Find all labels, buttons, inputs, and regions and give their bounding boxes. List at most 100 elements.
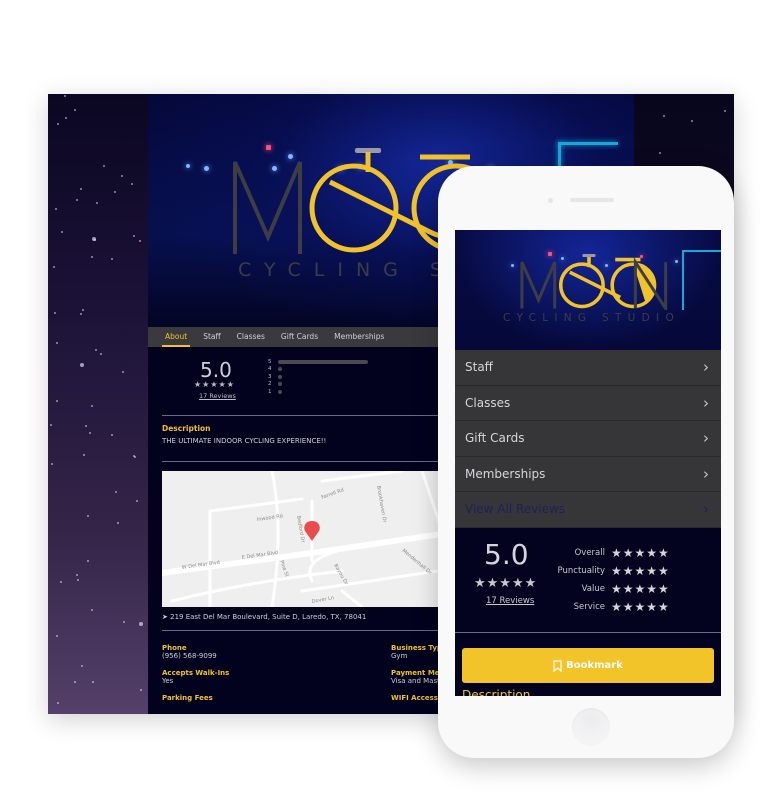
tab-about[interactable]: About (162, 327, 191, 347)
phone-speaker (570, 198, 614, 202)
star-decoration (691, 120, 693, 123)
chevron-right-icon: › (703, 500, 709, 519)
description-title: Description (162, 424, 211, 433)
star-decoration (89, 431, 92, 434)
rating-stars: ★★★★★ (194, 380, 235, 389)
menu-item-memberships[interactable]: Memberships › (455, 457, 721, 492)
star-decoration (102, 164, 105, 167)
star-decoration (74, 681, 77, 684)
tab-classes[interactable]: Classes (234, 327, 268, 347)
tab-gift-cards[interactable]: Gift Cards (278, 327, 321, 347)
star-decoration (117, 522, 120, 525)
mobile-rating-category: Punctuality ★★★★★ (555, 562, 670, 580)
histogram-star-label: 5 (268, 358, 272, 365)
star-decoration (56, 702, 59, 704)
category-stars: ★★★★★ (611, 564, 670, 578)
phone-screen: CYCLING STUDIO Staff › Classes › Gift Cards ›… (455, 230, 721, 696)
star-decoration (94, 348, 97, 351)
starry-background-left (48, 94, 148, 714)
rating-histogram: 54321 (268, 358, 368, 396)
menu-item-gift-cards[interactable]: Gift Cards › (455, 421, 721, 457)
star-decoration (87, 559, 90, 562)
info-label: Parking Fees (162, 694, 213, 702)
category-label: Value (581, 584, 605, 594)
histogram-star-label: 4 (268, 366, 272, 373)
info-column-left: Phone (956) 568-9099 Accepts Walk-Ins Yes Pa… (162, 644, 229, 711)
category-stars: ★★★★★ (611, 546, 670, 560)
menu-item-label: Memberships (465, 466, 546, 481)
histogram-star-label: 1 (268, 388, 272, 395)
histogram-row: 3 (268, 373, 368, 381)
mobile-reviews-link[interactable]: 17 Reviews (486, 596, 534, 606)
menu-item-view-all-reviews[interactable]: View All Reviews › (455, 492, 721, 528)
star-decoration (662, 114, 665, 117)
mobile-rating-category: Service ★★★★★ (555, 598, 670, 616)
star-decoration (91, 608, 93, 611)
map-street-label: Bedford Dr (295, 515, 306, 544)
star-decoration (138, 240, 141, 243)
star-decoration (95, 202, 98, 205)
phone-camera (548, 198, 553, 203)
star-decoration (110, 434, 113, 437)
star-decoration (91, 404, 94, 407)
reviews-link[interactable]: 17 Reviews (199, 392, 236, 400)
info-value: Yes (162, 677, 174, 685)
tab-staff[interactable]: Staff (200, 327, 223, 347)
menu-item-staff[interactable]: Staff › (455, 350, 721, 386)
category-stars: ★★★★★ (611, 582, 670, 596)
histogram-star-label: 2 (268, 381, 272, 388)
category-label: Punctuality (557, 566, 605, 576)
histogram-bar (278, 389, 282, 394)
star-decoration (113, 190, 116, 193)
star-decoration (86, 515, 89, 517)
chevron-right-icon: › (703, 464, 709, 483)
star-decoration (79, 363, 84, 367)
star-decoration (138, 622, 143, 627)
info-label: Accepts Walk-Ins (162, 669, 230, 677)
star-decoration (61, 231, 64, 234)
mobile-hero-banner: CYCLING STUDIO (455, 230, 721, 350)
star-decoration (75, 573, 78, 576)
star-decoration (64, 94, 67, 97)
histogram-bar (278, 374, 282, 379)
histogram-row: 5 (268, 358, 368, 366)
star-decoration (75, 198, 78, 201)
star-decoration (80, 188, 83, 191)
bookmark-button[interactable]: Bookmark (462, 648, 714, 683)
mobile-rating-stars: ★★★★★ (474, 576, 538, 591)
mobile-rating-summary: 5.0 ★★★★★ 17 Reviews Overall ★★★★★ Punctua… (455, 528, 721, 632)
map-street-label: Farrell Rd (321, 487, 345, 501)
star-decoration (136, 500, 139, 503)
description-text: THE ULTIMATE INDOOR CYCLING EXPERIENCE!! (162, 437, 327, 445)
star-decoration (82, 308, 85, 311)
histogram-row: 1 (268, 388, 368, 396)
star-decoration (73, 108, 76, 111)
star-decoration (84, 425, 87, 428)
histogram-row: 2 (268, 381, 368, 389)
star-decoration (133, 235, 136, 238)
category-label: Overall (574, 548, 605, 558)
star-decoration (60, 580, 63, 583)
star-decoration (658, 152, 661, 155)
star-decoration (55, 634, 58, 637)
mobile-rating-category: Overall ★★★★★ (555, 544, 670, 562)
bookmark-label: Bookmark (566, 660, 623, 671)
mobile-logo-subtitle: CYCLING STUDIO (503, 312, 681, 324)
tab-memberships[interactable]: Memberships (331, 327, 387, 347)
mobile-description-title: Description (462, 688, 531, 696)
histogram-bar (278, 367, 282, 372)
address: ➤ 219 East Del Mar Boulevard, Suite D, L… (162, 613, 367, 621)
map-street-label: Inwood Rd (256, 513, 283, 523)
phone-home-button[interactable] (572, 708, 610, 746)
menu-item-classes[interactable]: Classes › (455, 386, 721, 421)
star-decoration (55, 400, 58, 402)
star-decoration (53, 265, 56, 268)
category-label: Service (573, 602, 605, 612)
mobile-rating-categories: Overall ★★★★★ Punctuality ★★★★★ Value ★★★★★ Se… (555, 544, 670, 616)
info-label: Phone (162, 644, 187, 652)
star-decoration (91, 680, 94, 683)
mobile-rating-score: 5.0 (484, 538, 529, 571)
menu-item-label: Staff (465, 360, 493, 375)
map-street-label: Pine St (278, 560, 290, 578)
histogram-bar (278, 359, 368, 364)
